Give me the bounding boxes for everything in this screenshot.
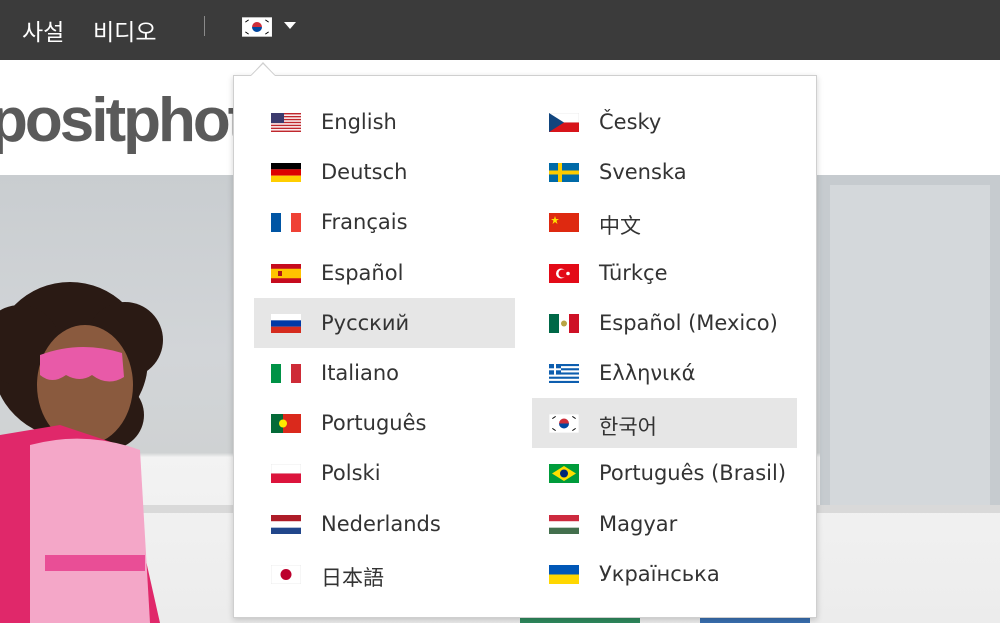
language-option[interactable]: Česky (532, 97, 797, 147)
language-option[interactable]: Русский (254, 297, 515, 348)
language-option-label: Magyar (599, 511, 678, 536)
language-option-label: Español (Mexico) (599, 310, 778, 335)
language-option[interactable]: 日本語 (254, 549, 515, 599)
language-switcher-button[interactable] (242, 15, 300, 39)
language-option-label: Polski (321, 461, 381, 486)
chevron-down-icon (284, 22, 296, 29)
language-option[interactable]: 中文 (532, 197, 797, 247)
language-option-label: Nederlands (321, 511, 441, 536)
language-option-label: Türkçe (599, 260, 668, 285)
language-option-label: Español (321, 260, 404, 285)
language-option[interactable]: Українська (532, 549, 797, 599)
italy-flag-icon (271, 364, 301, 383)
language-option-label: Italiano (321, 361, 399, 385)
germany-flag-icon (271, 163, 301, 183)
hungary-flag-icon (549, 514, 579, 534)
language-option[interactable]: Português (Brasil) (532, 448, 797, 498)
china-flag-icon (549, 213, 579, 233)
brazil-flag-icon (549, 464, 579, 484)
language-option[interactable]: Español (Mexico) (532, 298, 797, 348)
nav-link-video[interactable]: 비디오 (93, 13, 156, 47)
language-option-label: 中文 (599, 214, 641, 239)
portugal-flag-icon (271, 414, 301, 434)
korea-flag-icon (242, 17, 272, 37)
nav-divider (204, 16, 205, 36)
language-option-label: Português (321, 411, 427, 436)
language-option-label: Ελληνικά (599, 361, 696, 385)
russia-flag-icon (271, 313, 301, 333)
language-option[interactable]: 한국어 (532, 398, 797, 449)
poland-flag-icon (271, 464, 301, 484)
korea-flag-icon (549, 414, 579, 434)
france-flag-icon (271, 213, 301, 233)
language-option[interactable]: Ελληνικά (532, 348, 797, 398)
language-option-label: 日本語 (321, 565, 384, 590)
language-option[interactable]: Svenska (532, 147, 797, 197)
sweden-flag-icon (549, 163, 579, 183)
language-option-label: English (321, 110, 397, 134)
language-option-label: 한국어 (599, 415, 657, 440)
dropdown-pointer-inner (251, 64, 275, 76)
czech-flag-icon (549, 113, 579, 132)
top-navigation-bar: 사설 비디오 (0, 0, 1000, 60)
language-option-label: Deutsch (321, 160, 408, 185)
language-option[interactable]: Magyar (532, 499, 797, 549)
nav-link-editorial[interactable]: 사설 (22, 13, 64, 47)
greece-flag-icon (549, 364, 579, 383)
language-option[interactable]: Italiano (254, 348, 515, 398)
language-option[interactable]: Türkçe (532, 248, 797, 298)
language-option[interactable]: Español (254, 248, 515, 298)
netherlands-flag-icon (271, 514, 301, 534)
language-option[interactable]: Polski (254, 448, 515, 498)
language-option[interactable]: Deutsch (254, 147, 515, 197)
spain-flag-icon (271, 263, 301, 283)
ukraine-flag-icon (549, 564, 579, 584)
language-option-label: Français (321, 210, 408, 235)
language-option[interactable]: Português (254, 398, 515, 448)
language-option[interactable]: English (254, 97, 515, 147)
language-option-label: Português (Brasil) (599, 461, 787, 486)
language-option-label: Svenska (599, 160, 687, 185)
turkey-flag-icon (549, 263, 579, 283)
mexico-flag-icon (549, 313, 579, 333)
language-dropdown-menu: English Deutsch Français Español Русский Ital… (233, 75, 817, 618)
japan-flag-icon (271, 564, 301, 584)
us-flag-icon (271, 113, 301, 132)
language-option-label: Українська (599, 561, 720, 586)
language-option-label: Česky (599, 110, 662, 134)
language-option[interactable]: Nederlands (254, 499, 515, 549)
language-option-label: Русский (321, 310, 410, 335)
language-option[interactable]: Français (254, 197, 515, 247)
